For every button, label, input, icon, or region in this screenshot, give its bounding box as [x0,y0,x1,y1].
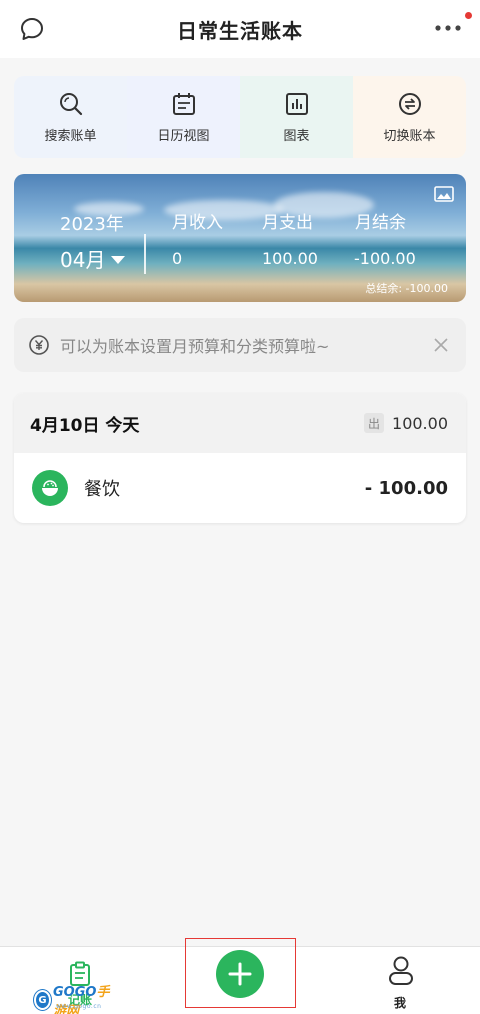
month-selector[interactable]: 04月 [60,244,126,273]
day-total: 100.00 [392,413,448,433]
banner-divider [144,234,146,274]
dropdown-triangle-icon [111,255,126,264]
watermark-badge: G [34,990,51,1010]
day-record-card: 4月10日 今天 出 100.00 餐饮 - 100.00 [14,393,466,523]
close-icon[interactable] [432,336,450,354]
expense-badge: 出 [364,413,385,433]
total-balance: 总结余: -100.00 [365,282,448,295]
day-header: 4月10日 今天 出 100.00 [14,393,466,453]
balance-value: -100.00 [354,249,416,268]
quick-action-label: 切换账本 [383,128,436,144]
switch-icon [398,92,421,115]
record-item[interactable]: 餐饮 - 100.00 [14,453,466,523]
tab-bookkeeping[interactable]: 记账 G GOGO手游网 www.gogo.cn [34,957,120,1014]
monthly-summary-banner: 2023年 04月 月收入 月支出 月结余 0 100.00 -100.00 总… [14,174,466,302]
balance-label: 月结余 [355,213,406,233]
app-header: 日常生活账本 [0,0,480,58]
tab-label: 我 [393,996,406,1010]
expense-value: 100.00 [262,249,318,268]
quick-action-label: 日历视图 [157,128,210,144]
calendar-icon [172,92,195,115]
watermark-url: www.gogo.cn [56,1003,102,1010]
year-label: 2023年 [60,214,124,235]
add-record-button[interactable] [216,950,264,998]
chart-icon [285,92,308,115]
month-label: 04月 [60,248,106,272]
more-dots-icon[interactable] [430,14,466,42]
search-icon [59,92,82,115]
yen-budget-icon [29,335,49,355]
user-icon [389,956,413,985]
budget-tip-text: 可以为账本设置月预算和分类预算啦~ [60,337,330,356]
quick-action-label: 搜索账单 [44,128,97,144]
food-bowl-icon [32,470,68,506]
calendar-view-button[interactable]: 日历视图 [127,76,240,158]
record-amount: - 100.00 [364,477,448,499]
chat-bubble-icon[interactable] [18,15,46,43]
quick-actions: 搜索账单 日历视图 图表 切换账本 [14,76,466,158]
tab-me[interactable]: 我 [370,954,430,1010]
category-name: 餐饮 [84,479,120,500]
change-background-icon[interactable] [434,186,454,202]
budget-tip-bar[interactable]: 可以为账本设置月预算和分类预算啦~ [14,318,466,372]
income-label: 月收入 [172,213,223,233]
chart-button[interactable]: 图表 [240,76,353,158]
notification-dot [465,12,472,19]
search-bills-button[interactable]: 搜索账单 [14,76,127,158]
ledger-title: 日常生活账本 [177,18,303,43]
expense-label: 月支出 [262,213,313,233]
switch-ledger-button[interactable]: 切换账本 [353,76,466,158]
income-value: 0 [172,249,183,268]
quick-action-label: 图表 [283,128,310,144]
day-title: 4月10日 今天 [30,415,140,436]
plus-icon [228,962,252,986]
